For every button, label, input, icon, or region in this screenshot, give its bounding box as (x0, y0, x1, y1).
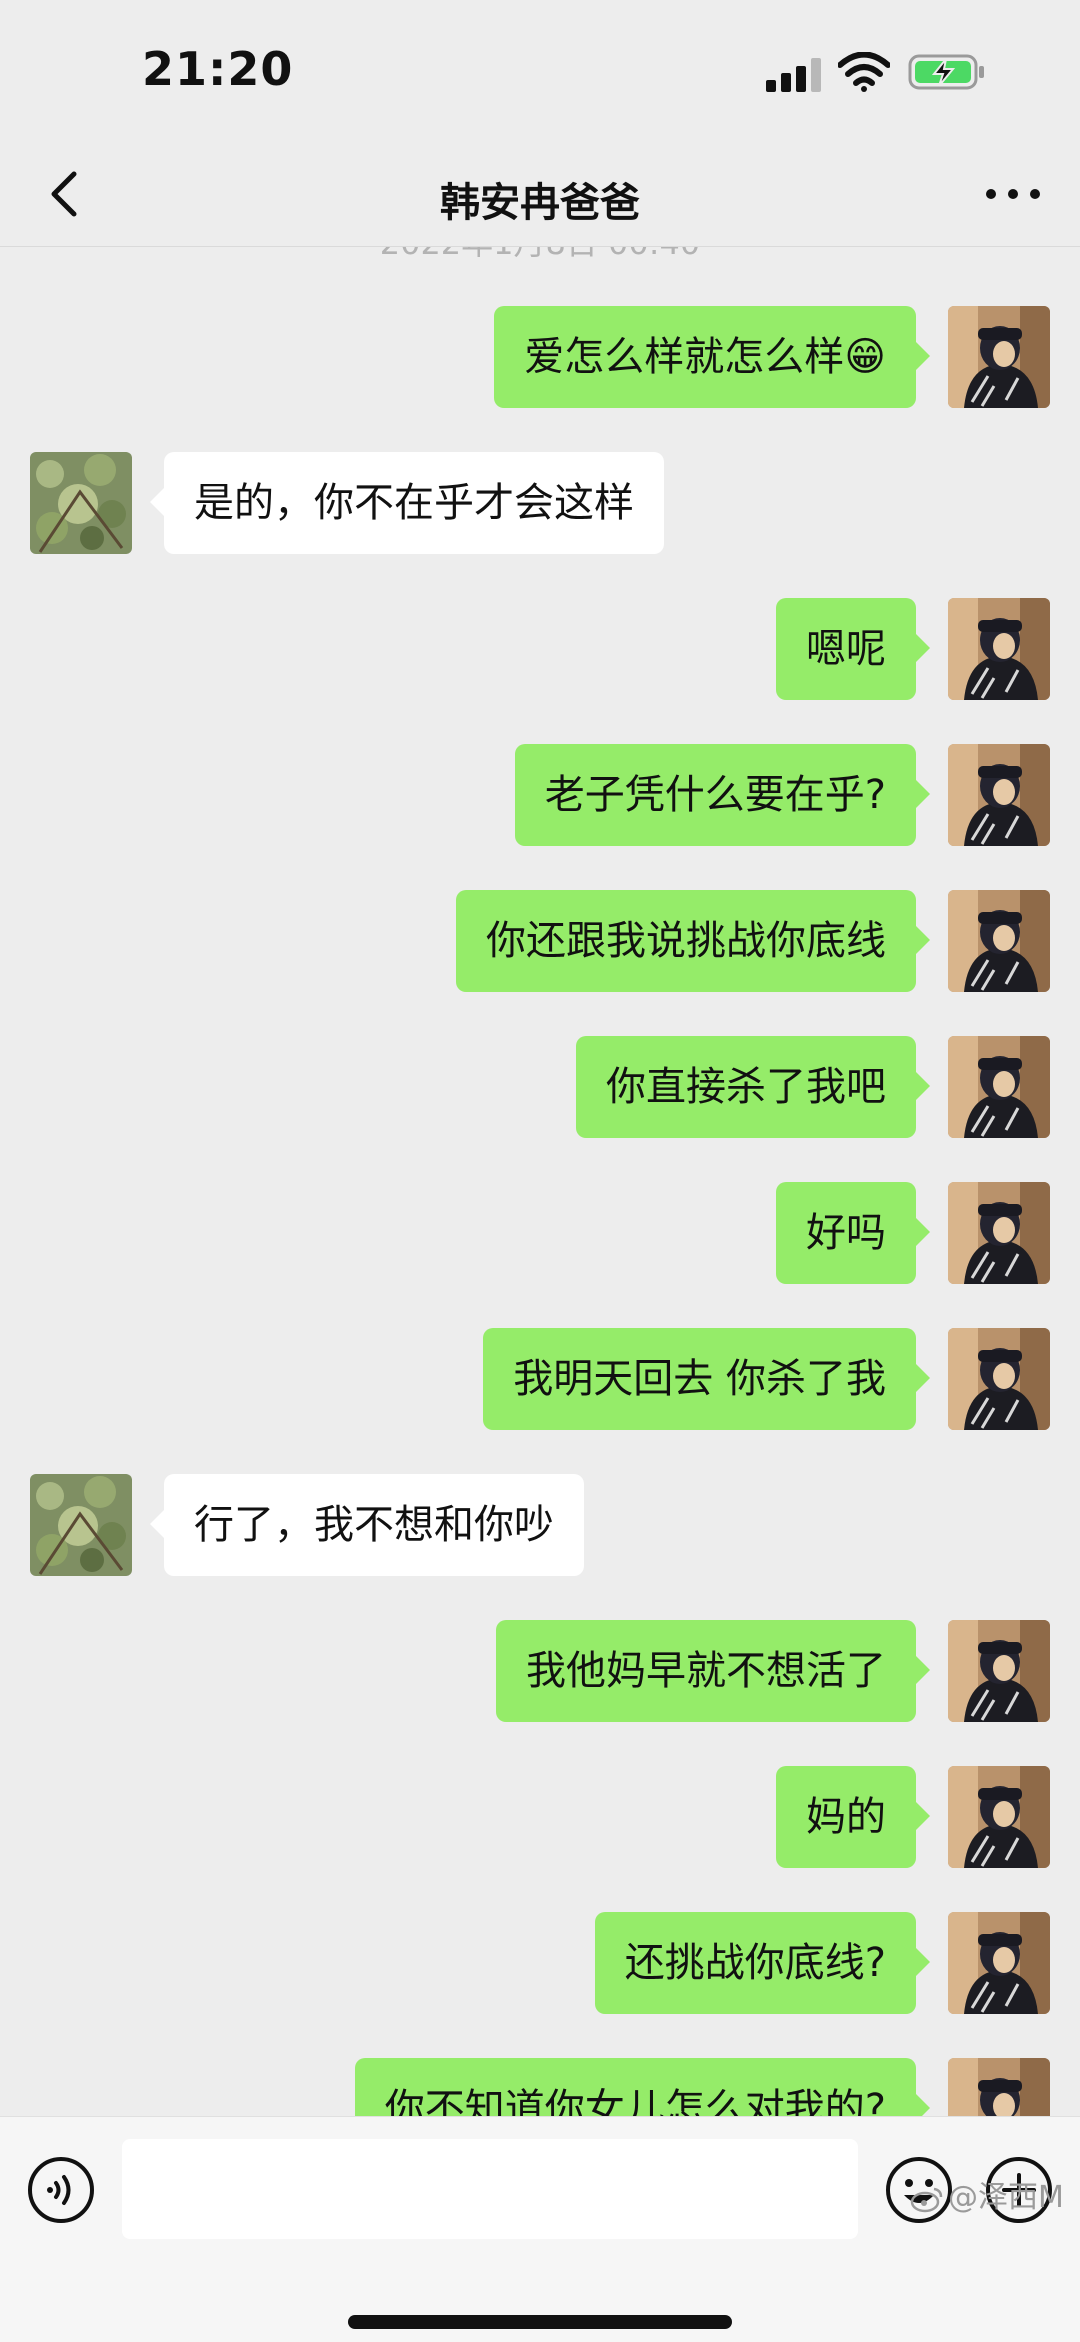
sent-message-bubble[interactable]: 你直接杀了我吧 (576, 1036, 930, 1138)
my-avatar[interactable] (948, 1766, 1050, 1868)
more-options-icon[interactable] (978, 176, 1048, 212)
message-row: 好吗 (0, 1182, 1080, 1286)
my-avatar[interactable] (948, 1912, 1050, 2014)
chat-title: 韩安冉爸爸 (440, 180, 640, 226)
my-avatar[interactable] (948, 1182, 1050, 1284)
contact-avatar[interactable] (30, 1474, 132, 1576)
sent-message-bubble[interactable]: 好吗 (776, 1182, 930, 1284)
contact-avatar[interactable] (30, 452, 132, 554)
sent-message-bubble[interactable]: 我明天回去 你杀了我 (483, 1328, 930, 1430)
voice-input-icon[interactable] (26, 2155, 96, 2225)
received-message-bubble[interactable]: 行了，我不想和你吵 (150, 1474, 584, 1576)
sent-message-bubble[interactable]: 还挑战你底线? (594, 1912, 931, 2014)
message-row: 是的，你不在乎才会这样 (0, 452, 1080, 556)
home-indicator[interactable] (348, 2315, 732, 2329)
sent-message-bubble[interactable]: 我他妈早就不想活了 (496, 1620, 930, 1722)
watermark: @泽西M (910, 2172, 1064, 2216)
sent-message-bubble[interactable]: 爱怎么样就怎么样😁 (494, 306, 930, 408)
message-row: 我他妈早就不想活了 (0, 1620, 1080, 1724)
sent-message-bubble[interactable]: 嗯呢 (776, 598, 930, 700)
my-avatar[interactable] (948, 744, 1050, 846)
my-avatar[interactable] (948, 306, 1050, 408)
watermark-text: @泽西M (948, 2180, 1064, 2215)
my-avatar[interactable] (948, 1036, 1050, 1138)
message-row: 你还跟我说挑战你底线 (0, 890, 1080, 994)
my-avatar[interactable] (948, 1620, 1050, 1722)
sent-message-bubble[interactable]: 老子凭什么要在乎? (514, 744, 931, 846)
message-input[interactable] (122, 2139, 858, 2239)
message-row: 老子凭什么要在乎? (0, 744, 1080, 848)
my-avatar[interactable] (948, 2058, 1050, 2116)
my-avatar[interactable] (948, 1328, 1050, 1430)
battery-charging-icon (908, 54, 984, 90)
message-list[interactable]: 爱怎么样就怎么样😁 是的，你不在乎才会这样嗯呢老子凭什么要在乎? 你还跟我说挑战你底… (0, 246, 1080, 2116)
message-row: 你直接杀了我吧 (0, 1036, 1080, 1140)
wifi-icon (838, 52, 890, 92)
status-time: 21:20 (142, 42, 294, 96)
sent-message-bubble[interactable]: 你还跟我说挑战你底线 (456, 890, 930, 992)
message-row: 我明天回去 你杀了我 (0, 1328, 1080, 1432)
message-row: 还挑战你底线? (0, 1912, 1080, 2016)
sent-message-bubble[interactable]: 你不知道你女儿怎么对我的? (354, 2058, 931, 2116)
message-row: 你不知道你女儿怎么对我的? (0, 2058, 1080, 2116)
received-message-bubble[interactable]: 是的，你不在乎才会这样 (150, 452, 664, 554)
status-bar: 21:20 (0, 0, 1080, 140)
sent-message-bubble[interactable]: 妈的 (776, 1766, 930, 1868)
chat-header: 韩安冉爸爸 (0, 140, 1080, 247)
weibo-icon (910, 2187, 943, 2212)
message-row: 嗯呢 (0, 598, 1080, 702)
input-bar (0, 2116, 1080, 2342)
cellular-signal-icon (766, 58, 821, 92)
my-avatar[interactable] (948, 598, 1050, 700)
my-avatar[interactable] (948, 890, 1050, 992)
message-row: 爱怎么样就怎么样😁 (0, 306, 1080, 410)
message-row: 妈的 (0, 1766, 1080, 1870)
message-row: 行了，我不想和你吵 (0, 1474, 1080, 1578)
